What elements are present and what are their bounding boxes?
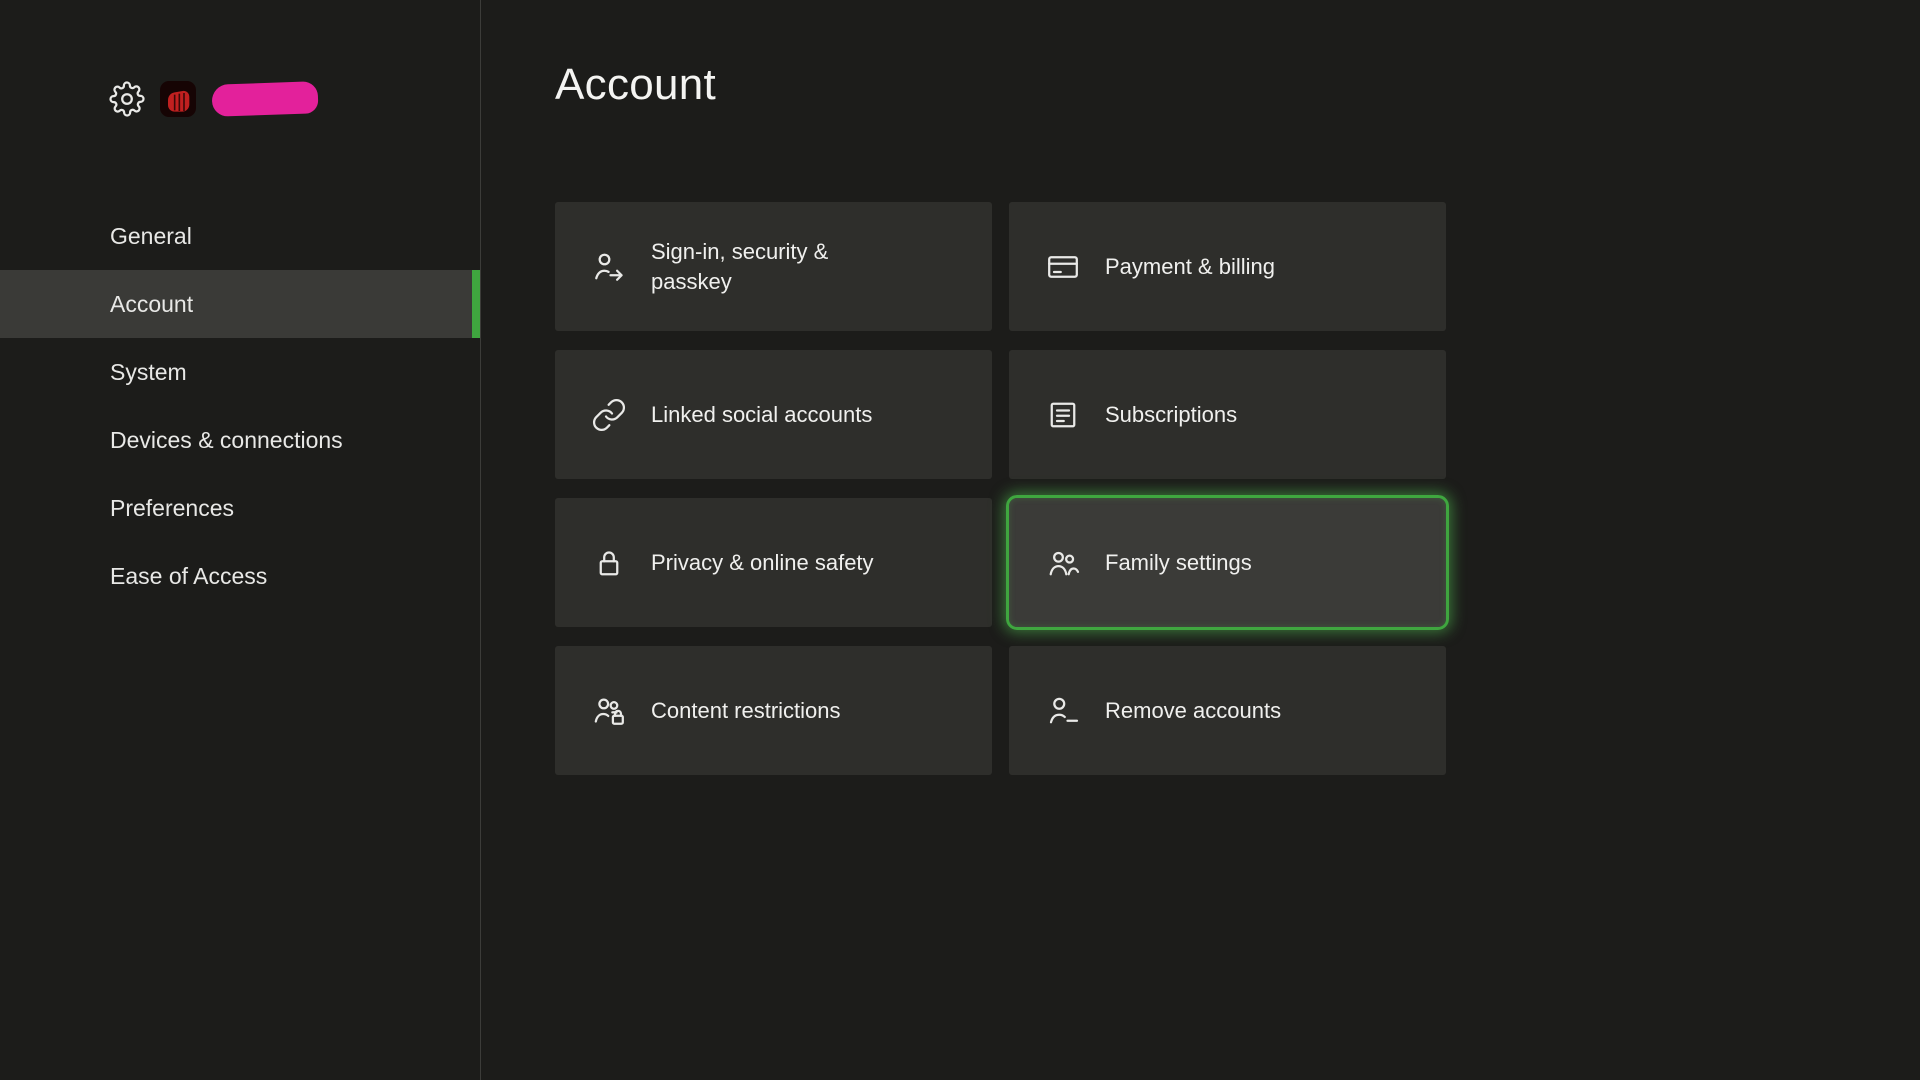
sidebar-item-ease-of-access[interactable]: Ease of Access [0, 542, 480, 610]
sidebar-item-preferences[interactable]: Preferences [0, 474, 480, 542]
sidebar-item-system[interactable]: System [0, 338, 480, 406]
lock-icon [591, 545, 627, 581]
tile-label: Remove accounts [1105, 696, 1281, 725]
tile-label: Content restrictions [651, 696, 841, 725]
tile-label: Family settings [1105, 548, 1252, 577]
tile-label: Privacy & online safety [651, 548, 874, 577]
credit-card-icon [1045, 249, 1081, 285]
tiles-grid: Sign-in, security & passkey Payment & bi… [555, 202, 1446, 775]
avatar [160, 81, 196, 117]
family-icon [1045, 545, 1081, 581]
page-title: Account [555, 60, 716, 110]
tile-payment-billing[interactable]: Payment & billing [1009, 202, 1446, 331]
tile-content-restrictions[interactable]: Content restrictions [555, 646, 992, 775]
person-arrow-icon [591, 249, 627, 285]
tile-subscriptions[interactable]: Subscriptions [1009, 350, 1446, 479]
sidebar-item-label: System [110, 359, 187, 386]
tile-label: Payment & billing [1105, 252, 1275, 281]
document-lines-icon [1045, 397, 1081, 433]
tile-label: Subscriptions [1105, 400, 1237, 429]
settings-gear-icon [108, 80, 146, 118]
sidebar-menu: General Account System Devices & connect… [0, 202, 480, 610]
sidebar-item-account[interactable]: Account [0, 270, 480, 338]
sidebar-item-label: Ease of Access [110, 563, 267, 590]
sidebar-item-general[interactable]: General [0, 202, 480, 270]
sidebar-item-label: Preferences [110, 495, 234, 522]
sidebar-item-label: General [110, 223, 192, 250]
sidebar-item-label: Devices & connections [110, 427, 343, 454]
sidebar: General Account System Devices & connect… [0, 0, 481, 1080]
tile-remove-accounts[interactable]: Remove accounts [1009, 646, 1446, 775]
sidebar-item-devices-connections[interactable]: Devices & connections [0, 406, 480, 474]
tile-linked-social-accounts[interactable]: Linked social accounts [555, 350, 992, 479]
tile-family-settings[interactable]: Family settings [1009, 498, 1446, 627]
sidebar-item-label: Account [110, 291, 193, 318]
tile-privacy-online-safety[interactable]: Privacy & online safety [555, 498, 992, 627]
main-panel: Account Sign-in, security & passkey Paym… [481, 0, 1920, 1080]
settings-window: General Account System Devices & connect… [0, 0, 1920, 1080]
people-lock-icon [591, 693, 627, 729]
sidebar-header [108, 80, 318, 118]
person-remove-icon [1045, 693, 1081, 729]
link-icon [591, 397, 627, 433]
tile-label: Linked social accounts [651, 400, 872, 429]
tile-signin-security-passkey[interactable]: Sign-in, security & passkey [555, 202, 992, 331]
gamertag-redaction [211, 81, 318, 117]
tile-label: Sign-in, security & passkey [651, 237, 909, 295]
